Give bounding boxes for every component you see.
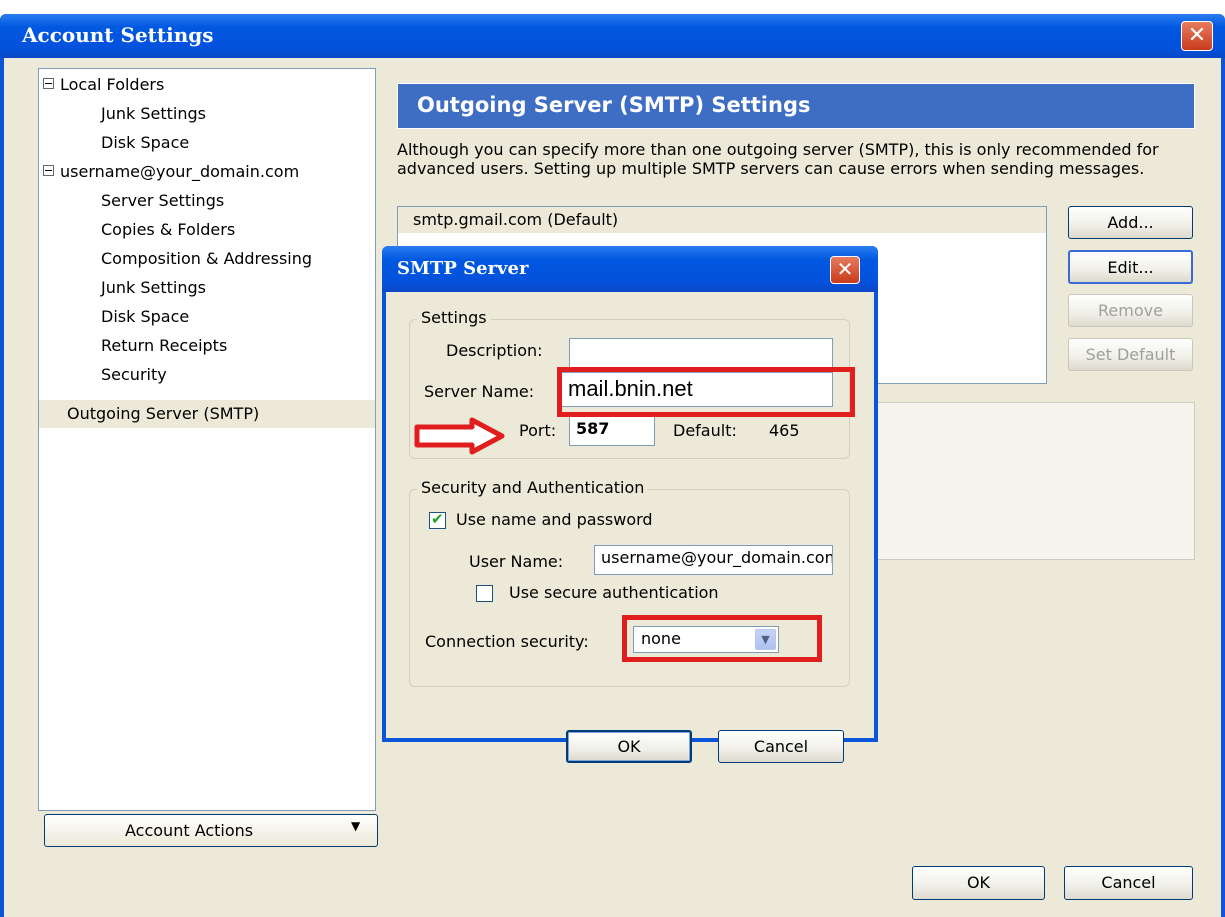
set-default-button[interactable]: Set Default: [1068, 338, 1193, 371]
add-button[interactable]: Add...: [1068, 206, 1193, 239]
dialog-client-area: Settings Description: Server Name: mail.…: [386, 292, 874, 763]
connection-security-highlight: [622, 615, 822, 662]
collapse-icon[interactable]: [43, 165, 54, 176]
server-details-box: [874, 402, 1195, 560]
ok-button[interactable]: OK: [912, 866, 1045, 900]
tree-item-junk-settings[interactable]: Junk Settings: [101, 278, 206, 302]
dialog-title-bar[interactable]: SMTP Server ✕: [382, 246, 878, 292]
tree-item-local-disk-space[interactable]: Disk Space: [101, 133, 189, 157]
window-title: Account Settings: [22, 23, 214, 47]
default-port-label: Default:: [673, 421, 737, 440]
description-label: Description:: [446, 341, 543, 360]
account-tree[interactable]: Local Folders Junk Settings Disk Space u…: [38, 68, 376, 811]
security-group-label: Security and Authentication: [417, 478, 649, 497]
dialog-title: SMTP Server: [397, 258, 529, 279]
port-arrow-icon: [414, 417, 505, 455]
panel-header: Outgoing Server (SMTP) Settings: [397, 83, 1195, 129]
use-name-password-label: Use name and password: [456, 510, 653, 529]
tree-item-local-folders[interactable]: Local Folders: [43, 75, 164, 99]
remove-button[interactable]: Remove: [1068, 294, 1193, 327]
close-icon[interactable]: ✕: [1181, 21, 1213, 51]
server-name-label: Server Name:: [424, 382, 535, 401]
tree-item-account[interactable]: username@your_domain.com: [43, 162, 299, 186]
tree-item-local-junk-settings[interactable]: Junk Settings: [101, 104, 206, 128]
secure-auth-label: Use secure authentication: [509, 583, 719, 602]
account-actions-button[interactable]: Account Actions ▼: [44, 814, 378, 847]
tree-item-server-settings[interactable]: Server Settings: [101, 191, 224, 215]
edit-button[interactable]: Edit...: [1068, 250, 1193, 284]
close-icon[interactable]: ✕: [830, 256, 860, 284]
use-name-password-checkbox[interactable]: [429, 510, 446, 529]
dropdown-arrow-icon: ▼: [351, 819, 361, 833]
port-field[interactable]: 587: [569, 416, 655, 446]
default-port-value: 465: [769, 421, 800, 440]
connection-security-label: Connection security:: [425, 632, 589, 651]
dialog-ok-button[interactable]: OK: [566, 730, 692, 763]
tree-item-disk-space[interactable]: Disk Space: [101, 307, 189, 331]
smtp-server-dialog: SMTP Server ✕ Settings Description: Serv…: [382, 246, 878, 763]
secure-auth-checkbox[interactable]: [476, 585, 493, 602]
tree-item-outgoing-server[interactable]: Outgoing Server (SMTP): [39, 400, 375, 428]
tree-item-composition-addressing[interactable]: Composition & Addressing: [101, 249, 312, 273]
user-name-field[interactable]: username@your_domain.com: [594, 545, 833, 575]
tree-item-security[interactable]: Security: [101, 365, 167, 389]
dialog-cancel-button[interactable]: Cancel: [718, 730, 844, 763]
tree-item-copies-folders[interactable]: Copies & Folders: [101, 220, 235, 244]
port-label: Port:: [519, 421, 557, 440]
cancel-button[interactable]: Cancel: [1064, 866, 1193, 900]
server-name-highlight: [557, 367, 855, 417]
page-title: Outgoing Server (SMTP) Settings: [417, 93, 811, 117]
panel-description: Although you can specify more than one o…: [397, 140, 1159, 178]
settings-group-label: Settings: [417, 308, 491, 327]
description-field[interactable]: [569, 338, 833, 368]
tree-item-return-receipts[interactable]: Return Receipts: [101, 336, 227, 360]
collapse-icon[interactable]: [43, 78, 54, 89]
window-title-bar[interactable]: Account Settings ✕: [0, 14, 1225, 58]
list-item[interactable]: smtp.gmail.com (Default): [398, 207, 1046, 233]
user-name-label: User Name:: [469, 552, 564, 571]
